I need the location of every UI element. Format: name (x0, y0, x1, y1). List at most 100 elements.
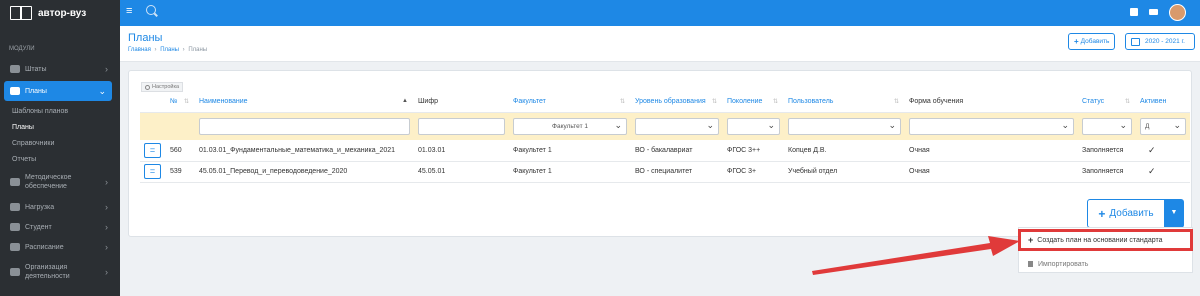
level-filter-select[interactable] (635, 117, 719, 135)
checkmark-icon: ✓ (1136, 161, 1190, 183)
col-header-form[interactable]: Форма обучения (905, 92, 1078, 113)
breadcrumb-separator: › (154, 47, 157, 53)
settings-button[interactable]: Настройка (141, 82, 184, 92)
calendar-icon (1131, 37, 1140, 46)
col-header-label: Шифр (418, 98, 438, 106)
add-dropdown-toggle[interactable]: ▼ (1164, 199, 1184, 228)
sitemap-icon (10, 268, 20, 276)
add-plan-button[interactable]: + Добавить (1087, 199, 1165, 228)
app-logo[interactable]: автор-вуз (0, 0, 120, 26)
cell-code: 01.03.01 (414, 140, 509, 162)
cell-name-link[interactable]: 01.03.01_Фундаментальные_математика_и_ме… (195, 140, 414, 162)
filter-cell (784, 112, 905, 140)
form-filter-select[interactable] (909, 117, 1074, 135)
row-menu-cell: = (140, 140, 166, 162)
arrow-shape (812, 236, 1020, 275)
settings-label: Настройка (152, 84, 180, 90)
year-selector-button[interactable]: 2020 - 2021 г. (1125, 33, 1195, 50)
briefcase-icon (10, 203, 20, 211)
breadcrumb-plans[interactable]: Планы (160, 47, 179, 53)
add-dropdown-menu: + Создать план на основании стандарта Им… (1018, 227, 1193, 273)
col-header-num[interactable]: № ⇅ (166, 92, 195, 113)
cell-generation: ФГОС 3+ (723, 161, 784, 183)
sidebar-item-methodical[interactable]: Методическое обеспечение › (0, 167, 120, 197)
chevron-right-icon: › (105, 222, 108, 232)
folder-icon (10, 178, 20, 186)
sidebar-sub-reports[interactable]: Отчеты (0, 151, 120, 167)
code-filter-input[interactable] (418, 117, 505, 135)
breadcrumb-separator: › (182, 47, 185, 53)
logo-text: автор-вуз (38, 7, 87, 19)
col-header-level[interactable]: Уровень образования ⇅ (631, 92, 723, 113)
header-add-button[interactable]: + Добавить (1068, 33, 1116, 50)
col-header-code[interactable]: Шифр (414, 92, 509, 113)
book-icon (10, 87, 20, 95)
sidebar-item-organization[interactable]: Организация деятельности › (0, 257, 120, 287)
menu-icon[interactable]: ≡ (126, 6, 132, 17)
active-filter-select[interactable]: Д (1140, 117, 1186, 135)
col-header-generation[interactable]: Поколение ⇅ (723, 92, 784, 113)
col-header-label: Статус (1082, 98, 1105, 106)
cell-faculty: Факультет 1 (509, 161, 631, 183)
chevron-right-icon: › (105, 266, 108, 277)
sort-icon: ⇅ (1124, 99, 1130, 106)
col-header-active[interactable]: Активен (1136, 92, 1190, 113)
sort-icon: ⇅ (619, 99, 625, 106)
cell-name-link[interactable]: 45.05.01_Перевод_и_переводоведение_2020 (195, 161, 414, 183)
plus-icon: + (1028, 235, 1034, 245)
status-filter-select[interactable] (1082, 117, 1132, 135)
row-menu-button[interactable]: = (144, 164, 161, 179)
breadcrumb-home[interactable]: Главная (128, 47, 151, 53)
calendar-icon (10, 243, 20, 251)
table-row: = 539 45.05.01_Перевод_и_переводоведение… (140, 161, 1190, 183)
col-header-label: Пользователь (788, 98, 834, 106)
sidebar-item-staff[interactable]: Штаты › (0, 59, 120, 79)
sidebar-item-label: Студент (25, 223, 52, 231)
sort-icon: ⇅ (772, 99, 778, 106)
avatar[interactable] (1169, 4, 1186, 21)
create-from-standard-item[interactable]: + Создать план на основании стандарта (1018, 229, 1193, 251)
users-icon (10, 65, 20, 73)
sidebar-item-load[interactable]: Нагрузка › (0, 197, 120, 217)
generation-filter-select[interactable] (727, 117, 780, 135)
plans-card: Настройка № ⇅ Наименование ▲ Шифр Факульте… (128, 70, 1192, 237)
sidebar-sub-references[interactable]: Справочники (0, 135, 120, 151)
breadcrumb-current: Планы (188, 47, 208, 53)
sort-icon: ⇅ (893, 99, 899, 106)
sort-asc-icon: ▲ (402, 98, 408, 105)
users-icon (10, 223, 20, 231)
sidebar-sub-templates[interactable]: Шаблоны планов (0, 103, 120, 119)
faculty-filter-select[interactable]: Факультет 1 (513, 117, 627, 135)
filter-cell (1078, 112, 1136, 140)
cell-status: Заполняется (1078, 161, 1136, 183)
flag-icon[interactable] (1130, 8, 1138, 16)
add-plan-label: Добавить (1109, 208, 1154, 219)
filter-cell: Д (1136, 112, 1190, 140)
col-header-user[interactable]: Пользователь ⇅ (784, 92, 905, 113)
col-header-name[interactable]: Наименование ▲ (195, 92, 414, 113)
import-item[interactable]: Импортировать (1019, 254, 1192, 274)
name-filter-input[interactable] (199, 117, 410, 135)
sidebar-item-student[interactable]: Студент › (0, 217, 120, 237)
sidebar-item-schedule[interactable]: Расписание › (0, 237, 120, 257)
col-header-label: Поколение (727, 98, 763, 106)
header-add-label: Добавить (1080, 38, 1110, 45)
search-icon[interactable] (146, 5, 156, 15)
sidebar-sub-plans[interactable]: Планы (0, 119, 120, 135)
user-filter-select[interactable] (788, 117, 901, 135)
sidebar-item-label: Планы (25, 87, 47, 95)
sidebar-item-label: Организация деятельности (25, 263, 70, 281)
table-header-row: № ⇅ Наименование ▲ Шифр Факультет ⇅ Уровень… (140, 92, 1190, 113)
row-menu-button[interactable]: = (144, 142, 161, 158)
cell-user: Учебный отдел (784, 161, 905, 183)
cell-form: Очная (905, 161, 1078, 183)
col-header-faculty[interactable]: Факультет ⇅ (509, 92, 631, 113)
sidebar-label-line: Организация (25, 264, 68, 271)
cell-level: ВО - бакалавриат (631, 140, 723, 162)
cell-faculty: Факультет 1 (509, 140, 631, 162)
col-header-status[interactable]: Статус ⇅ (1078, 92, 1136, 113)
create-from-standard-label: Создать план на основании стандарта (1037, 236, 1163, 244)
mail-icon[interactable] (1149, 9, 1158, 15)
sidebar-item-plans[interactable]: Планы ⌄ (4, 81, 112, 101)
sidebar-item-label: Штаты (25, 65, 47, 73)
